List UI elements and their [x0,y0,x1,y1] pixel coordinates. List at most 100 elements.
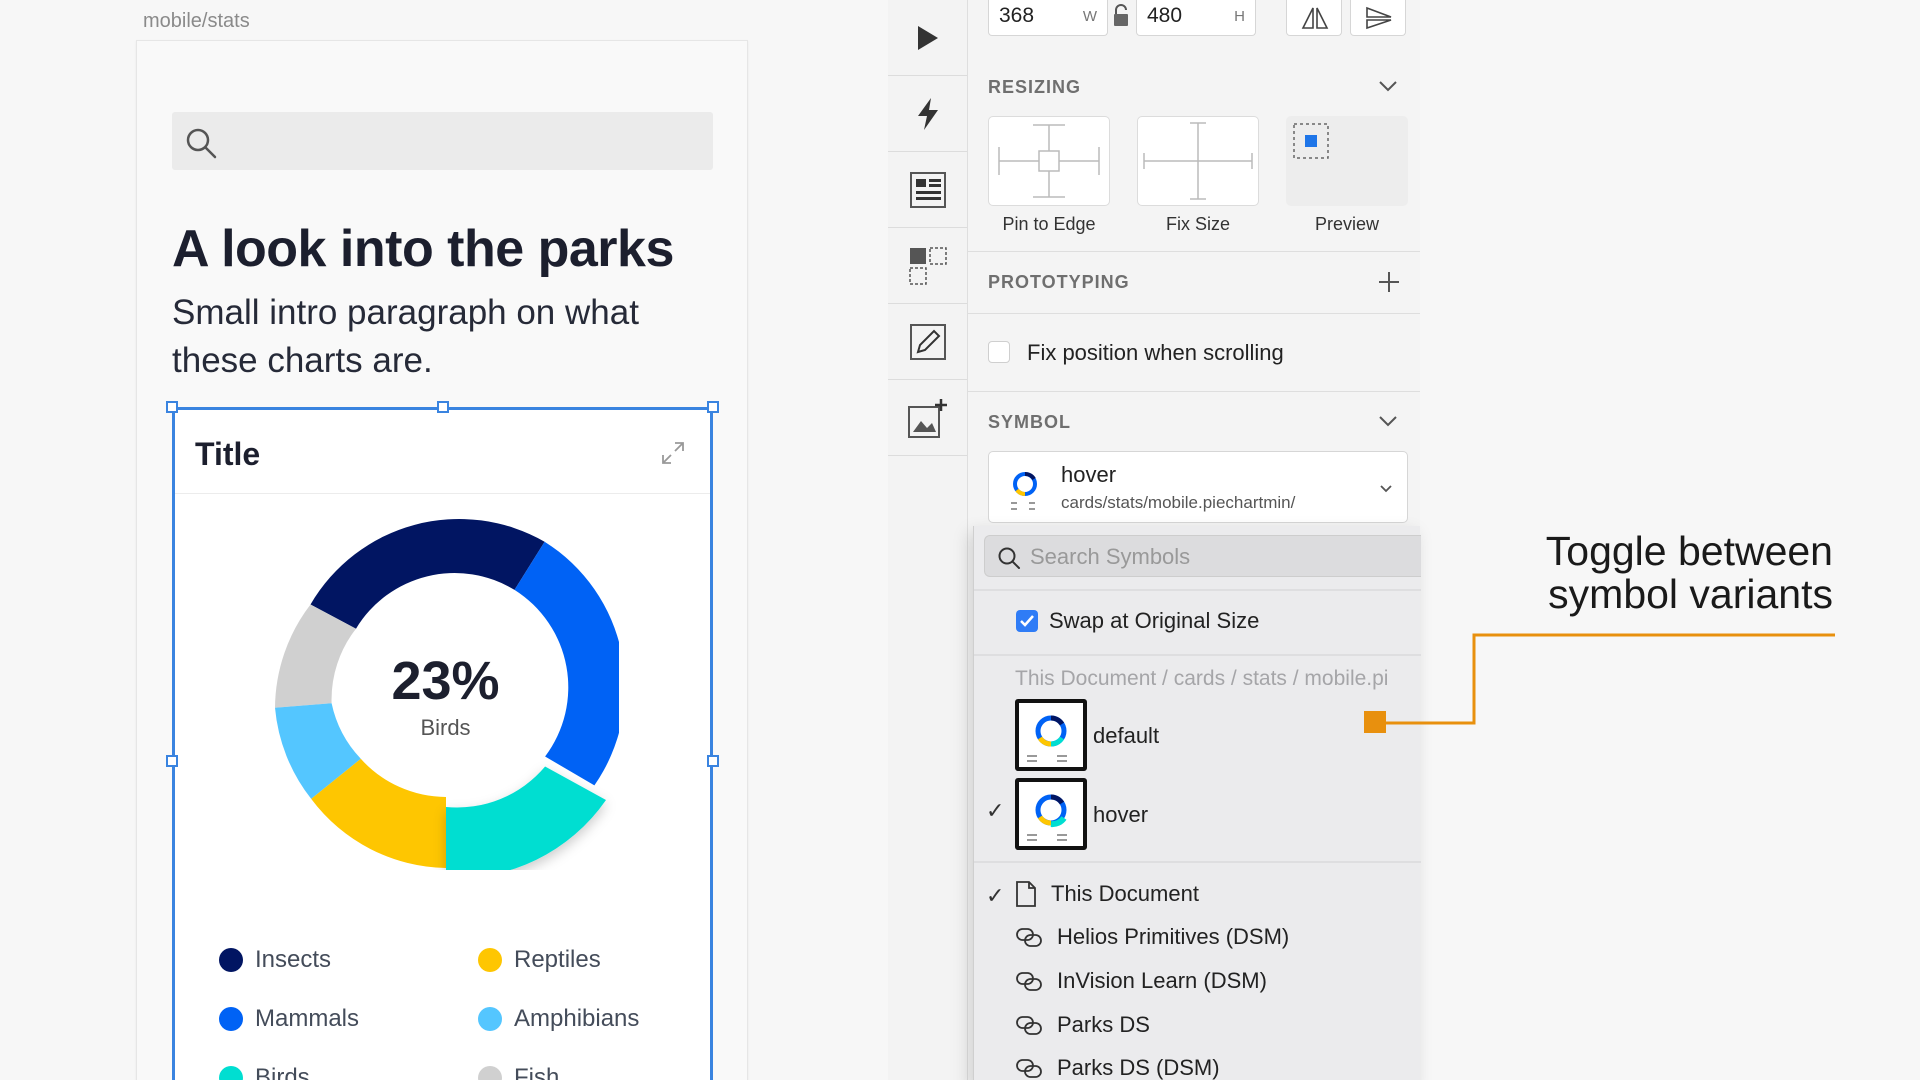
card-header: Title [175,410,710,494]
divider [968,313,1420,314]
legend-label: Fish [514,1064,560,1080]
center-value: 23% [391,651,500,711]
legend-label: Reptiles [514,946,601,973]
link-icon [1016,1016,1042,1035]
symbol-path: cards/stats/mobile.piechartmin/ [1061,493,1296,512]
library-label: Parks DS [1057,1012,1150,1037]
plus-icon[interactable] [1378,271,1400,293]
search-symbols-input[interactable]: Search Symbols [984,535,1421,577]
link-icon [1016,972,1042,991]
document-icon [1016,881,1036,907]
variant-label: default [1093,723,1160,748]
expand-icon[interactable] [660,440,686,466]
swap-original-size-label: Swap at Original Size [1049,608,1260,633]
edit-frame-icon [909,323,946,360]
legend-item-fish: Fish [478,1064,559,1080]
chart-card[interactable]: Title 23% Birds Insects Reptiles Mammals… [172,407,713,1080]
legend-dot [219,948,243,972]
lock-icon[interactable] [1112,4,1130,28]
edit-frame-tool[interactable] [888,304,967,380]
play-icon [917,25,938,50]
pin-to-edge-icon [998,124,1100,198]
prototyping-section-title: PROTOTYPING [988,272,1130,292]
resize-handle-top-right[interactable] [707,401,719,413]
components-tool[interactable] [888,228,967,304]
variant-thumbnail [1015,699,1087,771]
flip-horizontal-button[interactable] [1286,0,1342,36]
width-value: 368 [999,4,1035,27]
callout-line-2: symbol variants [1548,571,1833,617]
legend-dot [219,1007,243,1031]
component-icon [908,246,947,285]
legend-item-mammals: Mammals [219,1005,359,1033]
height-suffix: H [1234,8,1245,25]
legend-dot [478,1007,502,1031]
divider [968,391,1420,392]
add-image-tool[interactable] [888,380,967,456]
fix-size-option[interactable] [1137,116,1259,206]
legend-item-insects: Insects [219,946,331,974]
callout-connector [1364,633,1835,733]
legend-label: Insects [255,946,332,973]
donut-segment-birds [446,766,606,870]
search-icon [186,128,217,159]
flip-vertical-icon [1366,6,1392,30]
library-item-parks-ds[interactable]: Parks DS [1015,1012,1150,1038]
library-item-helios-primitives[interactable]: Helios Primitives (DSM) [1015,924,1289,950]
symbol-section-title: SYMBOL [988,412,1072,432]
variant-label: hover [1093,802,1149,827]
legend-label: Mammals [255,1005,360,1032]
preview-label: Preview [1314,214,1380,234]
divider [974,654,1421,656]
width-suffix: W [1082,8,1097,25]
center-label: Birds [420,715,471,740]
link-icon [1016,928,1042,947]
fix-size-label: Fix Size [1165,214,1230,234]
resize-preview [1286,116,1408,206]
checkmark-icon: ✓ [986,883,1005,908]
resize-handle-top[interactable] [437,401,449,413]
legend-label: Amphibians [514,1005,640,1032]
divider [974,861,1421,863]
page-intro: Small intro paragraph on what these char… [172,293,639,380]
width-field[interactable]: 368 W [988,0,1108,36]
add-image-icon [907,398,947,438]
library-item-this-document[interactable]: This Document [1015,880,1199,908]
artboard-mobile-stats[interactable]: A look into the parks Small intro paragr… [136,40,748,1080]
artboard-label[interactable]: mobile/stats [143,10,250,33]
symbol-select[interactable]: hover cards/stats/mobile.piechartmin/ [988,451,1408,523]
library-label: This Document [1051,881,1199,906]
flip-vertical-button[interactable] [1350,0,1406,36]
swap-original-size-checkbox[interactable] [1016,610,1038,632]
height-field[interactable]: 480 H [1136,0,1256,36]
chevron-down-icon[interactable] [1378,80,1398,92]
preview-icon [1293,123,1329,159]
library-label: Helios Primitives (DSM) [1057,924,1290,949]
pin-to-edge-option[interactable] [988,116,1110,206]
fix-position-checkbox[interactable] [988,341,1010,363]
resize-handle-top-left[interactable] [166,401,178,413]
library-item-parks-ds-dsm[interactable]: Parks DS (DSM) [1015,1055,1220,1080]
checkmark-icon: ✓ [986,798,1005,823]
lightning-icon [917,97,938,130]
card-title: Title [195,436,261,472]
legend-label: Birds [255,1064,310,1080]
variant-item-hover[interactable]: ✓ hover [974,776,1421,852]
checkmark-icon [1020,615,1034,627]
chevron-down-icon[interactable] [1378,415,1398,427]
preview-tool[interactable] [888,0,967,76]
divider [974,589,1421,591]
resize-handle-right[interactable] [707,755,719,767]
resize-handle-left[interactable] [166,755,178,767]
legend-dot [219,1066,243,1080]
library-item-invision-learn[interactable]: InVision Learn (DSM) [1015,968,1267,994]
search-bar[interactable] [172,112,713,170]
search-placeholder: Search Symbols [1030,544,1191,569]
mini-donut-icon [1027,715,1067,762]
flip-horizontal-icon [1301,7,1329,29]
legend-dot [478,1066,502,1080]
layout-tool[interactable] [888,152,967,228]
search-icon [998,547,1020,569]
variant-item-default[interactable]: default [974,697,1421,773]
interactions-tool[interactable] [888,76,967,152]
